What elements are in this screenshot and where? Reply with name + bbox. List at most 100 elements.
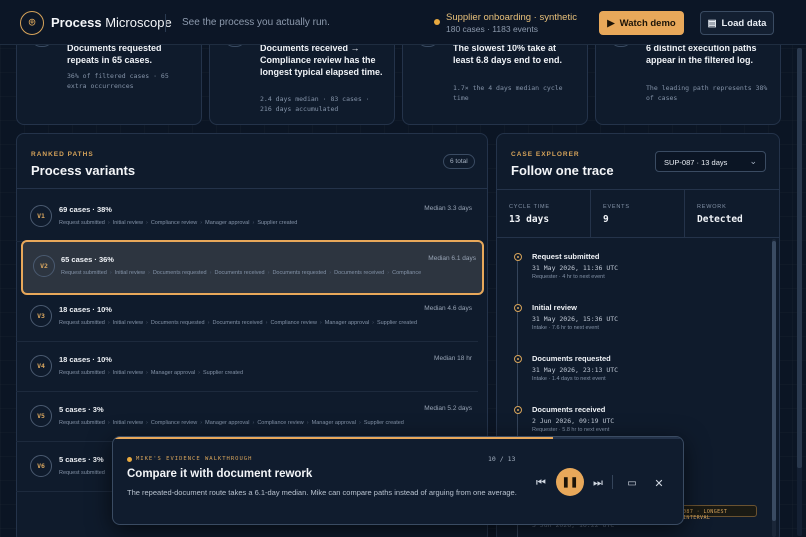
stat-rework: REWORK Detected [697,204,743,225]
dataset-meta: 180 cases · 1183 events [446,24,538,34]
load-data-button[interactable]: ▤ Load data [700,11,774,35]
variant-step: Documents received [212,320,263,326]
variant-badge: V3 [30,305,52,327]
chevron-right-icon: › [107,420,110,426]
chevron-down-icon: ⌄ [749,156,757,166]
chevron-right-icon: › [107,370,110,376]
watch-demo-button[interactable]: ▶ Watch demo [599,11,684,35]
chevron-right-icon: › [145,420,148,426]
variant-step: Supplier created [257,220,298,226]
variant-row-v4[interactable]: V4 18 cases · 10% Median 18 hr Request subm… [16,342,478,392]
chevron-right-icon: › [252,220,255,226]
chevron-right-icon: › [387,270,390,276]
variants-title: Process variants [31,163,136,178]
previous-step-icon[interactable]: ⏮ [533,475,549,491]
dataset-status-dot [434,19,440,25]
walkthrough-eyebrow: MIKE'S EVIDENCE WALKTHROUGH [136,456,253,462]
variant-step: Request submitted [59,420,105,426]
timeline-scroll-thumb[interactable] [772,241,776,521]
variant-step: Manager approval [205,420,250,426]
variant-step: Request submitted [59,320,105,326]
variant-step: Documents received [334,270,385,276]
variant-badge: V4 [30,355,52,377]
timeline-event-time: 2 Jun 2026, 09:19 UTC [532,417,615,425]
variant-step: Initial review [112,220,143,226]
variant-title: 5 cases · 3% [59,455,104,464]
variant-steps: Request submitted › Initial review › Manager… [59,370,472,376]
page-scroll-thumb[interactable] [797,48,802,468]
chevron-right-icon: › [319,320,322,326]
variant-title: 65 cases · 36% [61,255,114,264]
variant-step: Initial review [112,420,143,426]
variant-median: Median 18 hr [434,355,472,362]
variant-step: Manager approval [324,320,370,326]
chevron-right-icon: › [265,320,268,326]
variant-step: Compliance review [257,420,304,426]
insight-note: 36% of filtered cases · 65 extra occurre… [67,72,169,90]
chevron-right-icon: › [200,420,203,426]
variant-step: Supplier created [376,320,418,326]
timeline-dot-icon [514,304,522,312]
variant-row-v3[interactable]: V3 18 cases · 10% Median 4.6 days Request s… [16,292,478,342]
header-divider [165,14,166,32]
variant-steps: Request submitted › Initial review › Documen… [59,320,472,326]
variant-title: 5 cases · 3% [59,405,104,414]
variant-title: 18 cases · 10% [59,305,112,314]
tagline: See the process you actually run. [182,17,330,28]
insight-title: The slowest 10% take at least 6.8 days e… [453,43,563,65]
timeline-scrollbar[interactable] [772,239,776,537]
chevron-right-icon: › [207,320,210,326]
next-step-icon[interactable]: ⏭ [590,475,606,491]
variant-step: Supplier created [203,370,244,376]
variant-median: Median 3.3 days [424,205,472,212]
variant-step: Compliance review [150,420,198,426]
variant-row-v5[interactable]: V5 5 cases · 3% Median 5.2 days Request sub… [16,392,478,442]
app-title: Process Microscope [51,15,172,30]
file-icon: ▤ [707,17,717,29]
timeline-event[interactable]: Documents requested 31 May 2026, 23:13 UT… [508,354,768,401]
chevron-right-icon: › [145,320,148,326]
chevron-right-icon: › [329,270,332,276]
timeline-dot-icon [514,355,522,363]
timeline-event[interactable]: Initial review 31 May 2026, 15:36 UTC Inta… [508,303,768,350]
timeline-dot-icon [514,253,522,261]
variant-badge: V5 [30,405,52,427]
variant-step: Initial review [112,320,143,326]
pause-button[interactable]: ❚❚ [556,468,584,496]
close-icon[interactable]: ✕ [651,475,667,491]
variant-step: Documents requested [152,270,207,276]
explorer-title: Follow one trace [511,163,614,178]
page-scrollbar[interactable] [797,48,802,536]
timeline-event[interactable]: Request submitted 31 May 2026, 11:36 UTC R… [508,252,768,299]
variant-median: Median 4.6 days [424,305,472,312]
captions-icon[interactable]: ▭ [624,475,640,491]
insight-note: 1.7× the 4 days median cycle time [453,84,563,102]
variant-step: Manager approval [205,220,250,226]
insight-title: Documents received → Compliance review h… [260,43,383,77]
walkthrough-card: MIKE'S EVIDENCE WALKTHROUGH 10 / 13 Comp… [112,436,684,525]
chevron-right-icon: › [198,370,200,376]
variant-step: Initial review [114,270,145,276]
insight-note: The leading path represents 38% of cases [646,84,768,102]
variants-eyebrow: RANKED PATHS [31,151,94,158]
chevron-right-icon: › [200,220,203,226]
walkthrough-step-counter: 10 / 13 [488,455,516,463]
case-select[interactable]: SUP-087 · 13 days ⌄ [655,151,766,172]
play-circle-icon: ▶ [607,17,615,29]
variant-step: Initial review [112,370,143,376]
timeline-event-meta: Intake · 7.6 hr to next event [532,325,599,331]
timeline-event-meta: Requester · 4 hr to next event [532,274,605,280]
variant-median: Median 5.2 days [424,405,472,412]
variant-badge: V2 [33,255,55,277]
timeline-event-title: Initial review [532,303,578,312]
variant-row-v2[interactable]: V2 65 cases · 36% Median 6.1 days Request s… [21,240,484,295]
longest-interval-tag: 087 · LONGEST INTERVAL [678,505,757,521]
app-header: ⌾ Process Microscope See the process you… [0,0,806,45]
variant-step: Compliance [392,270,422,276]
variant-step: Documents requested [272,270,327,276]
walkthrough-progress-fill [113,437,554,439]
chevron-right-icon: › [107,320,110,326]
variant-step: Manager approval [150,370,196,376]
walkthrough-body: The repeated-document route takes a 6.1-… [127,488,517,497]
variant-row-v1[interactable]: V1 69 cases · 38% Median 3.3 days Request s… [16,192,478,242]
